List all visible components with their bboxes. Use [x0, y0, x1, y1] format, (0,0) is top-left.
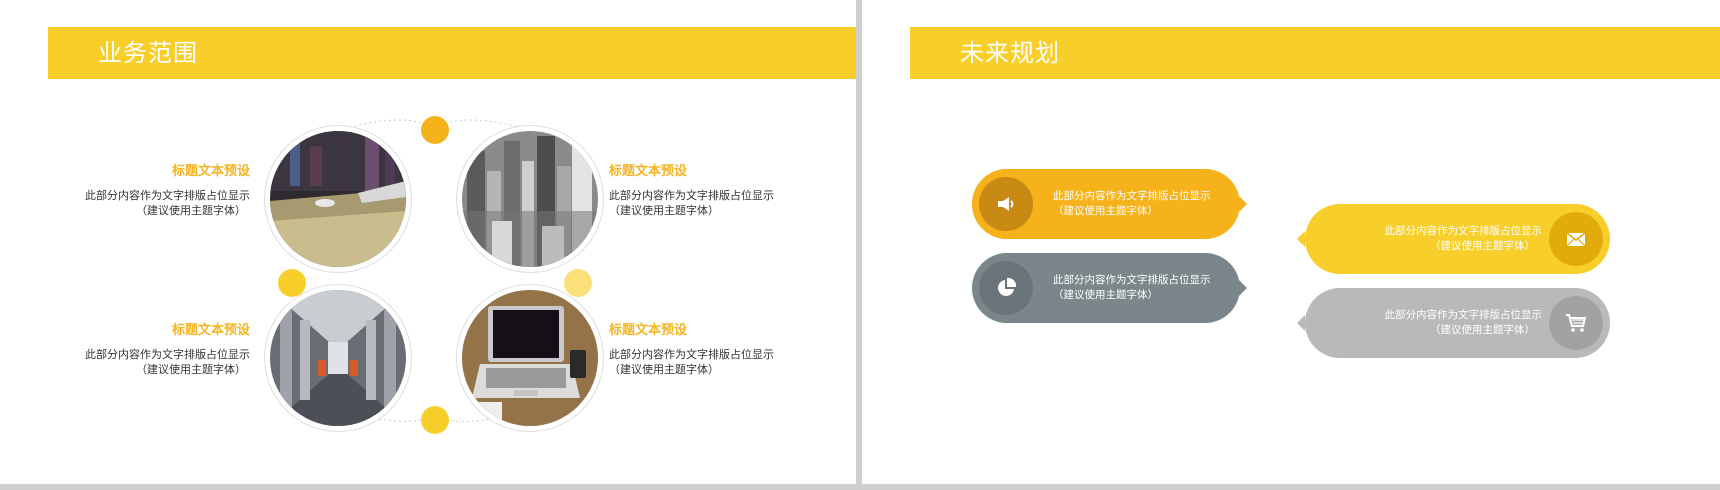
pill-arrow: [1239, 280, 1247, 296]
item-desc-line1: 此部分内容作为文字排版占位显示: [85, 189, 250, 202]
page-title: 未来规划: [960, 39, 1060, 67]
item-desc-line1: 此部分内容作为文字排版占位显示: [85, 348, 250, 361]
brush-stroke-decoration: [48, 29, 63, 77]
item-title: 标题文本预设: [609, 164, 688, 179]
atrium-elevators-photo: [270, 290, 406, 426]
icon-circle: [979, 177, 1033, 231]
pie-chart-icon: [998, 277, 1017, 296]
pill-text-line1: 此部分内容作为文字排版占位显示: [1384, 225, 1543, 237]
pill-text-line2: （建议使用主题字体）: [1430, 240, 1535, 252]
pill-arrow: [1297, 231, 1305, 247]
item-desc-line1: 此部分内容作为文字排版占位显示: [609, 189, 774, 202]
icon-circle: [1549, 212, 1603, 266]
accent-dot: [421, 406, 449, 434]
envelope-icon: [1566, 232, 1586, 247]
photo-frame: [457, 285, 603, 431]
item-desc-line2: （建议使用主题字体）: [609, 204, 719, 217]
item-title: 标题文本预设: [171, 323, 250, 338]
photo-frame: [265, 285, 411, 431]
item-title: 标题文本预设: [609, 323, 688, 338]
page-title: 业务范围: [98, 39, 198, 67]
icon-circle: [979, 261, 1033, 315]
accent-dot: [278, 269, 306, 297]
pill-text-line2: （建议使用主题字体）: [1430, 324, 1535, 336]
slide-future-plan: 未来规划 此部分内容作为文字排版占位显示 （建议使用主题字体） 此部分内容作为文…: [862, 0, 1720, 484]
brush-stroke-decoration: [910, 29, 925, 77]
item-title: 标题文本预设: [171, 164, 250, 179]
shopping-cart-icon: [1566, 314, 1587, 332]
icon-circle: [1549, 296, 1603, 350]
city-skyline-photo: [462, 131, 598, 267]
accent-dot: [421, 116, 449, 144]
megaphone-icon: [998, 197, 1014, 211]
pill-text-line1: 此部分内容作为文字排版占位显示: [1053, 274, 1211, 286]
pill-arrow: [1239, 196, 1247, 212]
photo-frame: [265, 126, 411, 272]
desk-mouse-photo: [270, 131, 406, 267]
photo-frame: [457, 126, 603, 272]
slide-business-scope: 业务范围 标题文本预设 此部分内容作为文字排版占位显示 （建议使用主题字体） 标…: [0, 0, 856, 484]
accent-dot: [564, 269, 592, 297]
item-desc-line2: （建议使用主题字体）: [136, 204, 246, 217]
pill-arrow: [1297, 315, 1305, 331]
pill-text-line2: （建议使用主题字体）: [1053, 289, 1158, 301]
pill-text-line1: 此部分内容作为文字排版占位显示: [1384, 309, 1543, 321]
item-desc-line2: （建议使用主题字体）: [609, 363, 719, 376]
item-desc-line2: （建议使用主题字体）: [136, 363, 246, 376]
pill-text-line1: 此部分内容作为文字排版占位显示: [1053, 190, 1211, 202]
item-desc-line1: 此部分内容作为文字排版占位显示: [609, 348, 774, 361]
laptop-desk-photo: [462, 290, 598, 426]
pill-text-line2: （建议使用主题字体）: [1053, 205, 1158, 217]
